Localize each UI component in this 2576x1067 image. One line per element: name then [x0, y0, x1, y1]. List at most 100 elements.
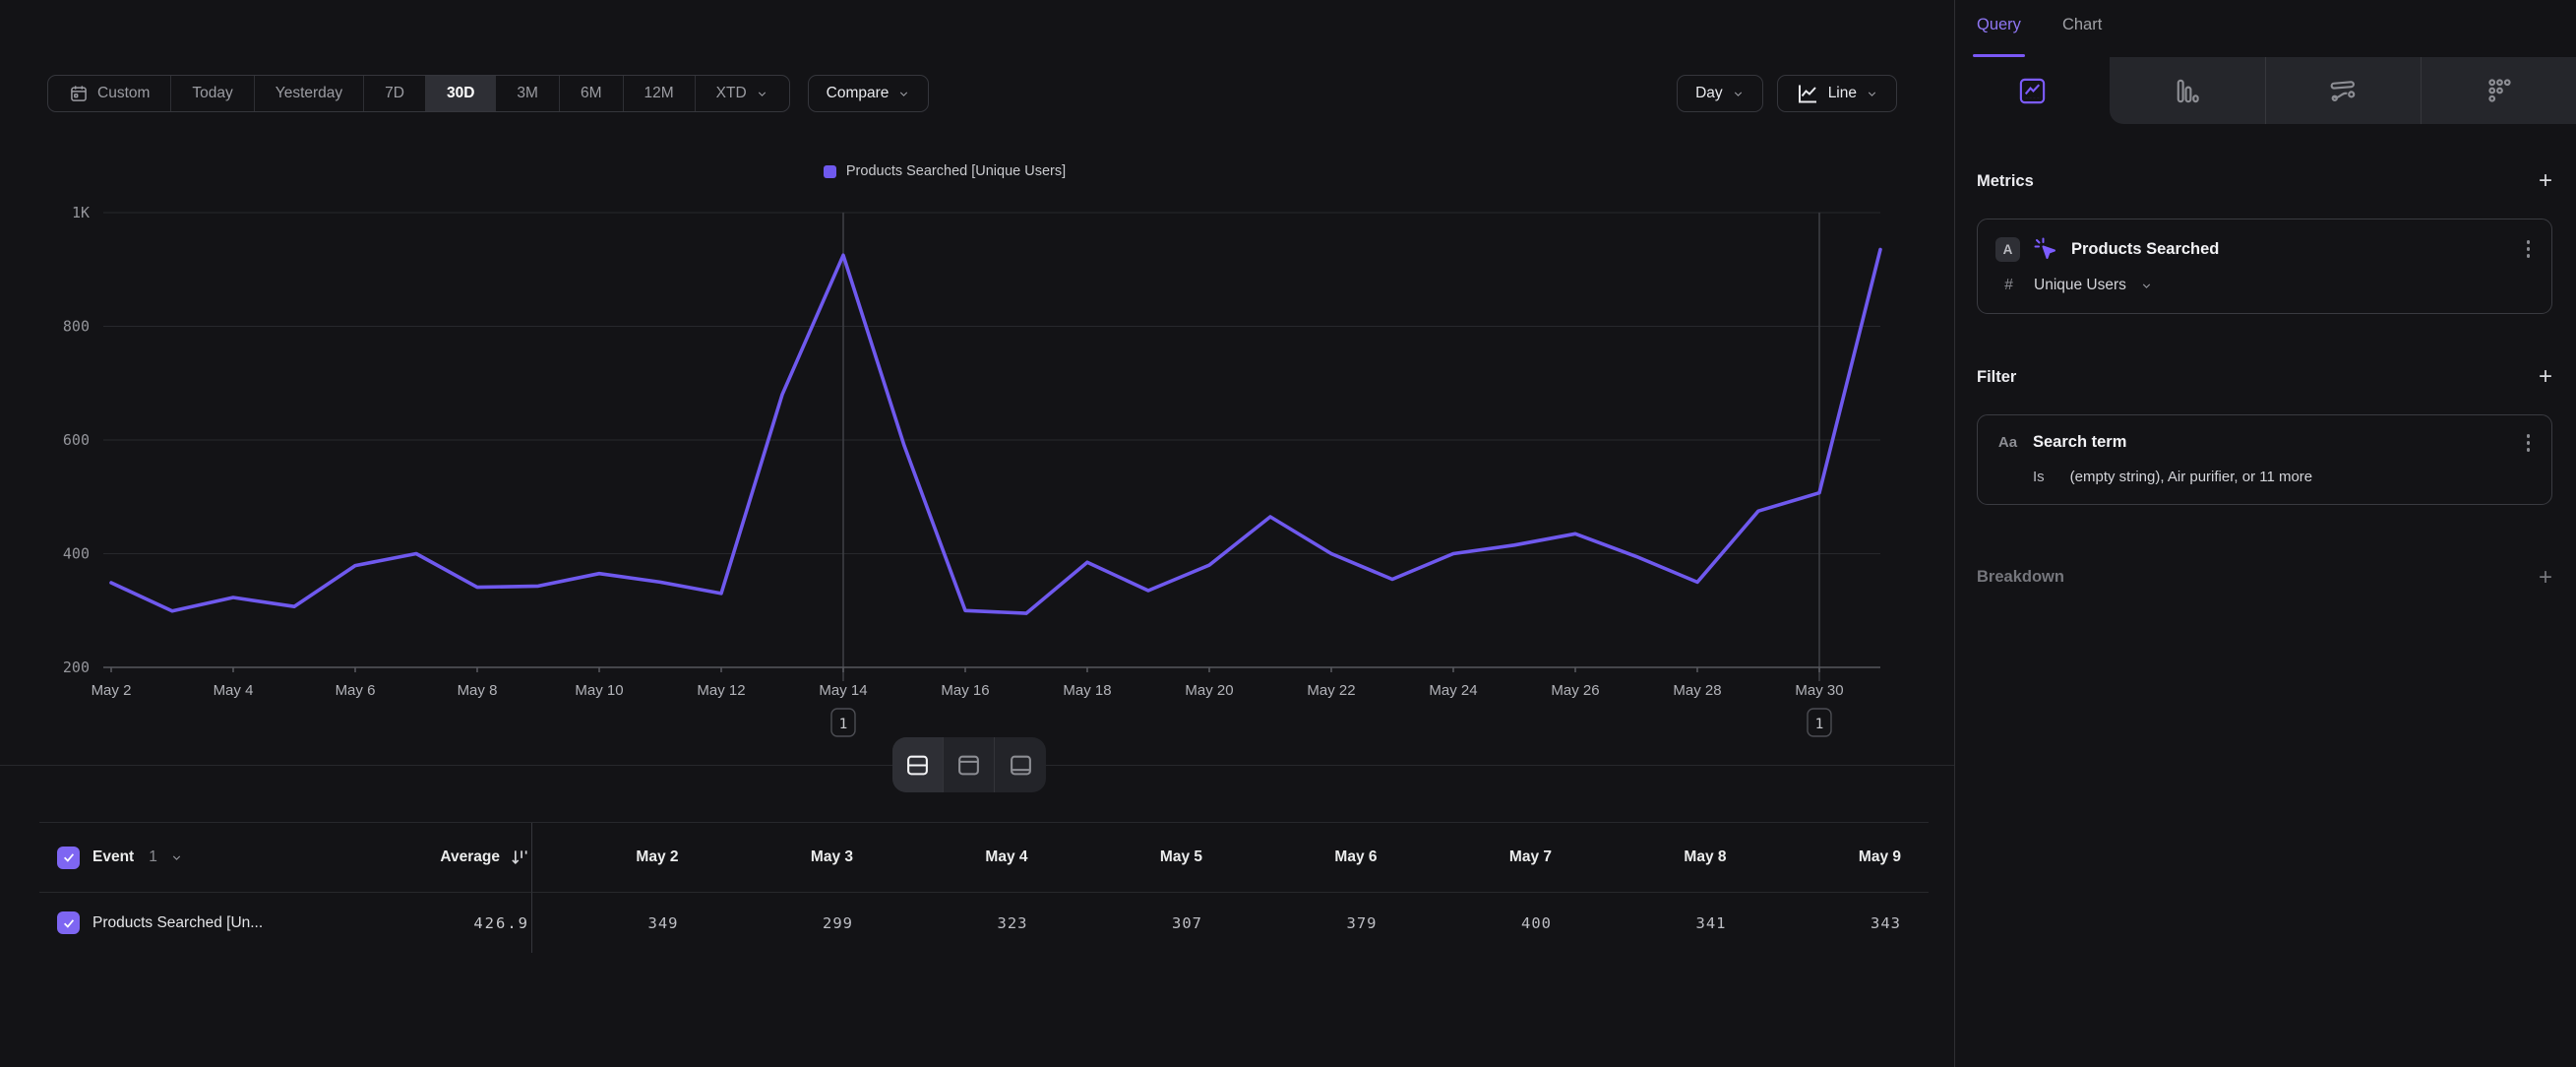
chart-toolbar: Custom Today Yesterday 7D 30D 3M 6M 12M …: [47, 75, 1897, 112]
date-range-today[interactable]: Today: [171, 76, 254, 111]
svg-text:May 26: May 26: [1551, 682, 1599, 699]
panel-tabs: Query Chart: [1955, 0, 2576, 57]
table-view-icon: [1009, 753, 1033, 778]
table-cell: 379: [1230, 892, 1405, 953]
breakdown-heading: Breakdown: [1977, 568, 2064, 587]
chart-view-icon: [956, 753, 981, 778]
filter-value[interactable]: (empty string), Air purifier, or 11 more: [2070, 469, 2312, 485]
flow-tab-icon: [2328, 76, 2359, 106]
filter-operator[interactable]: Is: [2033, 469, 2045, 485]
bar-chart-tab-icon: [2172, 76, 2202, 106]
date-range-12m[interactable]: 12M: [624, 76, 696, 111]
split-view-icon: [905, 753, 930, 778]
add-metric-button[interactable]: +: [2539, 169, 2552, 193]
viz-tab-line[interactable]: [1955, 57, 2110, 124]
date-range-custom[interactable]: Custom: [48, 76, 171, 111]
chevron-down-icon[interactable]: [170, 851, 183, 864]
date-range-7d[interactable]: 7D: [364, 76, 426, 111]
hash-icon: #: [1997, 277, 2020, 294]
tab-query[interactable]: Query: [1977, 16, 2021, 57]
chart-type-dropdown[interactable]: Line: [1777, 75, 1897, 112]
table-cell: 299: [706, 892, 882, 953]
svg-text:May 4: May 4: [214, 682, 254, 699]
date-range-3m[interactable]: 3M: [496, 76, 560, 111]
viz-tab-retention[interactable]: [2422, 57, 2576, 124]
layout-table-only-button[interactable]: [995, 737, 1046, 792]
granularity-dropdown[interactable]: Day: [1677, 75, 1763, 112]
date-range-yesterday[interactable]: Yesterday: [255, 76, 364, 111]
date-header: May 8: [1579, 823, 1754, 892]
metric-aggregation[interactable]: # Unique Users: [1995, 277, 2534, 294]
legend-swatch: [824, 165, 836, 178]
check-icon: [62, 850, 76, 864]
chevron-down-icon: [897, 88, 910, 100]
date-header: May 9: [1754, 823, 1930, 892]
toolbar-right: Day Line: [1677, 75, 1897, 112]
viz-tab-bar[interactable]: [2110, 57, 2265, 124]
compare-button[interactable]: Compare: [808, 75, 930, 112]
line-chart[interactable]: 2004006008001KMay 2May 4May 6May 8May 10…: [0, 187, 1889, 763]
svg-text:1: 1: [1815, 717, 1824, 732]
sort-descending-icon: [510, 847, 529, 867]
svg-text:May 24: May 24: [1429, 682, 1477, 699]
toolbar-left: Custom Today Yesterday 7D 30D 3M 6M 12M …: [47, 75, 929, 112]
metric-name: Products Searched: [2071, 240, 2510, 259]
add-filter-button[interactable]: +: [2539, 365, 2552, 389]
chevron-down-icon: [756, 88, 768, 100]
chevron-down-icon: [1732, 88, 1745, 100]
svg-text:600: 600: [63, 431, 90, 449]
line-chart-icon: [1796, 82, 1819, 105]
svg-text:400: 400: [63, 545, 90, 563]
legend-series-label: Products Searched [Unique Users]: [846, 163, 1066, 179]
metric-options-button[interactable]: [2523, 238, 2535, 260]
date-range-6m[interactable]: 6M: [560, 76, 624, 111]
metrics-heading: Metrics: [1977, 172, 2034, 191]
table-cell: 323: [881, 892, 1056, 953]
visualization-tabs: [1955, 57, 2576, 124]
svg-text:May 8: May 8: [458, 682, 498, 699]
metric-letter-badge: A: [1995, 237, 2020, 262]
tab-chart[interactable]: Chart: [2062, 16, 2102, 57]
table-row-event-cell: Products Searched [Un...: [39, 892, 320, 953]
date-header: May 4: [881, 823, 1056, 892]
svg-text:200: 200: [63, 659, 90, 676]
table-cell: 343: [1754, 892, 1930, 953]
svg-text:800: 800: [63, 318, 90, 336]
svg-text:May 28: May 28: [1673, 682, 1721, 699]
filter-heading: Filter: [1977, 368, 2016, 387]
average-header-cell[interactable]: Average: [320, 823, 531, 892]
add-breakdown-button[interactable]: +: [2539, 566, 2552, 590]
date-range-label: Custom: [97, 85, 150, 102]
svg-text:May 14: May 14: [819, 682, 867, 699]
text-property-icon: Aa: [1995, 434, 2020, 451]
event-cursor-icon: [2033, 236, 2058, 262]
viz-tab-flow[interactable]: [2266, 57, 2422, 124]
svg-text:May 6: May 6: [336, 682, 376, 699]
filter-card[interactable]: Aa Search term Is (empty string), Air pu…: [1977, 414, 2552, 505]
query-panel: Query Chart: [1954, 0, 2576, 1067]
row-series-name[interactable]: Products Searched [Un...: [92, 914, 263, 932]
chart-legend[interactable]: Products Searched [Unique Users]: [0, 163, 1889, 179]
svg-text:1K: 1K: [72, 204, 90, 221]
layout-chart-only-button[interactable]: [944, 737, 995, 792]
filter-section: Filter + Aa Search term Is (empty string…: [1955, 365, 2576, 505]
row-average-value: 426.9: [473, 914, 529, 932]
metric-card[interactable]: A Products Searched # Unique Users: [1977, 219, 2552, 314]
select-all-checkbox[interactable]: [57, 847, 80, 869]
date-range-xtd[interactable]: XTD: [696, 76, 789, 111]
metrics-section: Metrics + A Products Searched #: [1955, 169, 2576, 314]
date-range-30d[interactable]: 30D: [426, 76, 496, 111]
event-header-label: Event: [92, 848, 134, 866]
filter-options-button[interactable]: [2523, 432, 2535, 454]
analytics-app: Custom Today Yesterday 7D 30D 3M 6M 12M …: [0, 0, 2576, 1067]
svg-text:May 18: May 18: [1063, 682, 1111, 699]
date-header: May 5: [1056, 823, 1231, 892]
date-range-selector: Custom Today Yesterday 7D 30D 3M 6M 12M …: [47, 75, 790, 112]
date-header: May 3: [706, 823, 882, 892]
row-checkbox[interactable]: [57, 911, 80, 934]
line-chart-svg[interactable]: 2004006008001KMay 2May 4May 6May 8May 10…: [0, 187, 1889, 758]
event-count: 1: [149, 848, 157, 866]
layout-split-button[interactable]: [892, 737, 944, 792]
date-header: May 7: [1405, 823, 1580, 892]
table-cell: 349: [531, 892, 706, 953]
